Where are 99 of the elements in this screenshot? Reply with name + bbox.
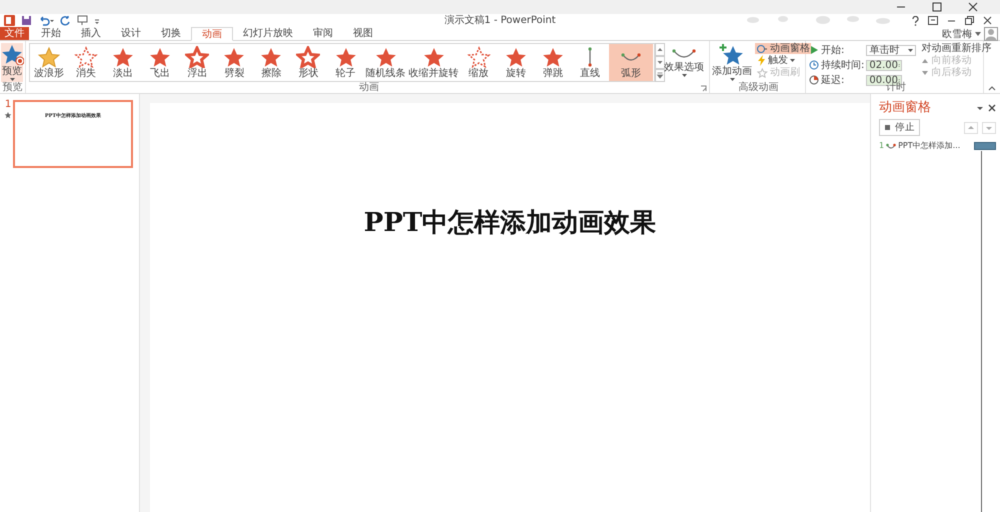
- scroll-up-icon[interactable]: [655, 43, 665, 56]
- arrow-down-icon: [921, 68, 930, 76]
- animation-effect[interactable]: 直线: [572, 44, 608, 81]
- animation-effect[interactable]: 缩放: [460, 44, 497, 81]
- redo-icon[interactable]: [60, 15, 71, 26]
- duration-field[interactable]: 02.00: [866, 60, 902, 70]
- dialog-launcher-icon[interactable]: [700, 85, 707, 92]
- ribbon-tab[interactable]: 开始: [31, 27, 71, 40]
- ribbon-tab[interactable]: 审阅: [303, 27, 343, 40]
- animation-effect[interactable]: 消失: [68, 44, 104, 81]
- preview-button[interactable]: 预览: [1, 43, 23, 82]
- caret-icon: [10, 78, 14, 81]
- gallery-more-icon[interactable]: [655, 69, 665, 82]
- arrow-up-icon: [921, 56, 930, 64]
- close-icon[interactable]: [988, 104, 996, 112]
- animation-effect[interactable]: 波浪形: [31, 44, 67, 81]
- stop-button[interactable]: 停止: [879, 119, 920, 136]
- play-icon: [809, 45, 819, 55]
- star-icon: [504, 46, 528, 68]
- caret-icon: [790, 59, 795, 62]
- group-label: 动画: [359, 82, 379, 93]
- scroll-down-icon[interactable]: [655, 56, 665, 69]
- slide-title[interactable]: PPT中怎样添加动画效果: [364, 207, 656, 239]
- animation-effect[interactable]: 淡出: [105, 44, 142, 81]
- app-logo-icon: [4, 15, 15, 26]
- animation-effect[interactable]: 飞出: [142, 44, 178, 81]
- clock-icon: [809, 60, 819, 70]
- lightning-icon: [756, 55, 766, 66]
- animation-star-icon: [4, 111, 12, 119]
- star-icon: [222, 46, 246, 68]
- collapse-ribbon-icon[interactable]: [988, 85, 996, 91]
- field-label: 开始:: [821, 44, 846, 57]
- window-title: 演示文稿1 - PowerPoint: [443, 14, 557, 27]
- star-icon: [296, 46, 320, 68]
- star-icon: [422, 46, 446, 68]
- restore-icon[interactable]: [965, 16, 974, 25]
- field-label: 持续时间:: [821, 58, 864, 72]
- close-icon[interactable]: [968, 2, 978, 12]
- animation-effect[interactable]: 弹跳: [534, 44, 571, 81]
- animation-effect[interactable]: 收缩并旋转: [408, 44, 460, 81]
- star-icon: [185, 46, 210, 68]
- ribbon-tab[interactable]: 视图: [343, 27, 383, 40]
- star-burst-icon: [466, 46, 491, 68]
- timer-icon: [809, 75, 819, 85]
- pane-icon: [756, 43, 768, 54]
- star-icon: [540, 46, 565, 68]
- caret-icon: [908, 48, 914, 52]
- ribbon-display-icon[interactable]: [928, 16, 938, 25]
- star-icon: [334, 46, 358, 68]
- animation-effect[interactable]: 擦除: [253, 44, 290, 81]
- animation-effect[interactable]: 形状: [290, 44, 326, 81]
- star-icon: [259, 46, 284, 68]
- timeline-bar-icon: [974, 142, 996, 150]
- ribbon-tab[interactable]: 幻灯片放映: [233, 27, 303, 40]
- slide-number: 1: [4, 100, 12, 110]
- start-dropdown[interactable]: 单击时: [866, 44, 916, 56]
- move-earlier-label: 向前移动: [920, 55, 992, 66]
- star-icon: [374, 46, 398, 68]
- star-brush-icon: [756, 67, 768, 78]
- star-burst-icon: [74, 46, 98, 68]
- reorder-label: 对动画重新排序: [920, 43, 992, 54]
- animation-list-item[interactable]: 1 PPT中怎样添加...: [879, 140, 960, 151]
- undo-icon[interactable]: [38, 15, 54, 26]
- stop-icon: [884, 124, 891, 131]
- save-icon[interactable]: [21, 15, 32, 26]
- ribbon-tab[interactable]: 动画: [191, 27, 233, 41]
- arc-path-icon: [886, 142, 896, 148]
- animation-effect[interactable]: 轮子: [328, 44, 364, 81]
- line-path-icon: [586, 46, 593, 68]
- star-icon: [111, 46, 136, 68]
- ribbon-tab[interactable]: 插入: [71, 27, 111, 40]
- pane-title: 动画窗格: [879, 100, 931, 116]
- animation-effect[interactable]: 旋转: [498, 44, 534, 81]
- caret-icon: [730, 78, 734, 81]
- animation-effect[interactable]: 随机线条: [364, 44, 407, 81]
- animation-painter-label: 动画刷: [755, 67, 811, 78]
- file-tab[interactable]: 文件: [0, 27, 29, 40]
- ribbon-tab[interactable]: 切换: [151, 27, 191, 40]
- star-icon: [37, 46, 61, 68]
- move-later-label: 向后移动: [920, 67, 992, 78]
- close-icon[interactable]: [983, 16, 992, 25]
- caret-icon[interactable]: [975, 32, 981, 36]
- animation-pane-button[interactable]: 动画窗格: [755, 43, 811, 54]
- help-icon[interactable]: [912, 16, 919, 26]
- maximize-icon[interactable]: [932, 2, 942, 12]
- animation-effect[interactable]: 劈裂: [216, 44, 252, 81]
- star-icon: [148, 46, 172, 68]
- add-animation-button[interactable]: 添加动画: [712, 43, 752, 82]
- ribbon-tab[interactable]: 设计: [111, 27, 151, 40]
- user-name[interactable]: 欧雪梅: [942, 26, 972, 40]
- trigger-button[interactable]: 触发: [755, 55, 811, 66]
- group-label: 高级动画: [738, 82, 778, 93]
- field-label: 延迟:: [821, 74, 846, 87]
- animation-effect[interactable]: 弧形: [608, 44, 653, 81]
- caret-icon[interactable]: [977, 105, 983, 111]
- animation-effect[interactable]: 浮出: [179, 44, 216, 81]
- caret-icon: [682, 74, 686, 77]
- group-label: 预览: [2, 82, 22, 93]
- presentation-icon[interactable]: [77, 15, 88, 26]
